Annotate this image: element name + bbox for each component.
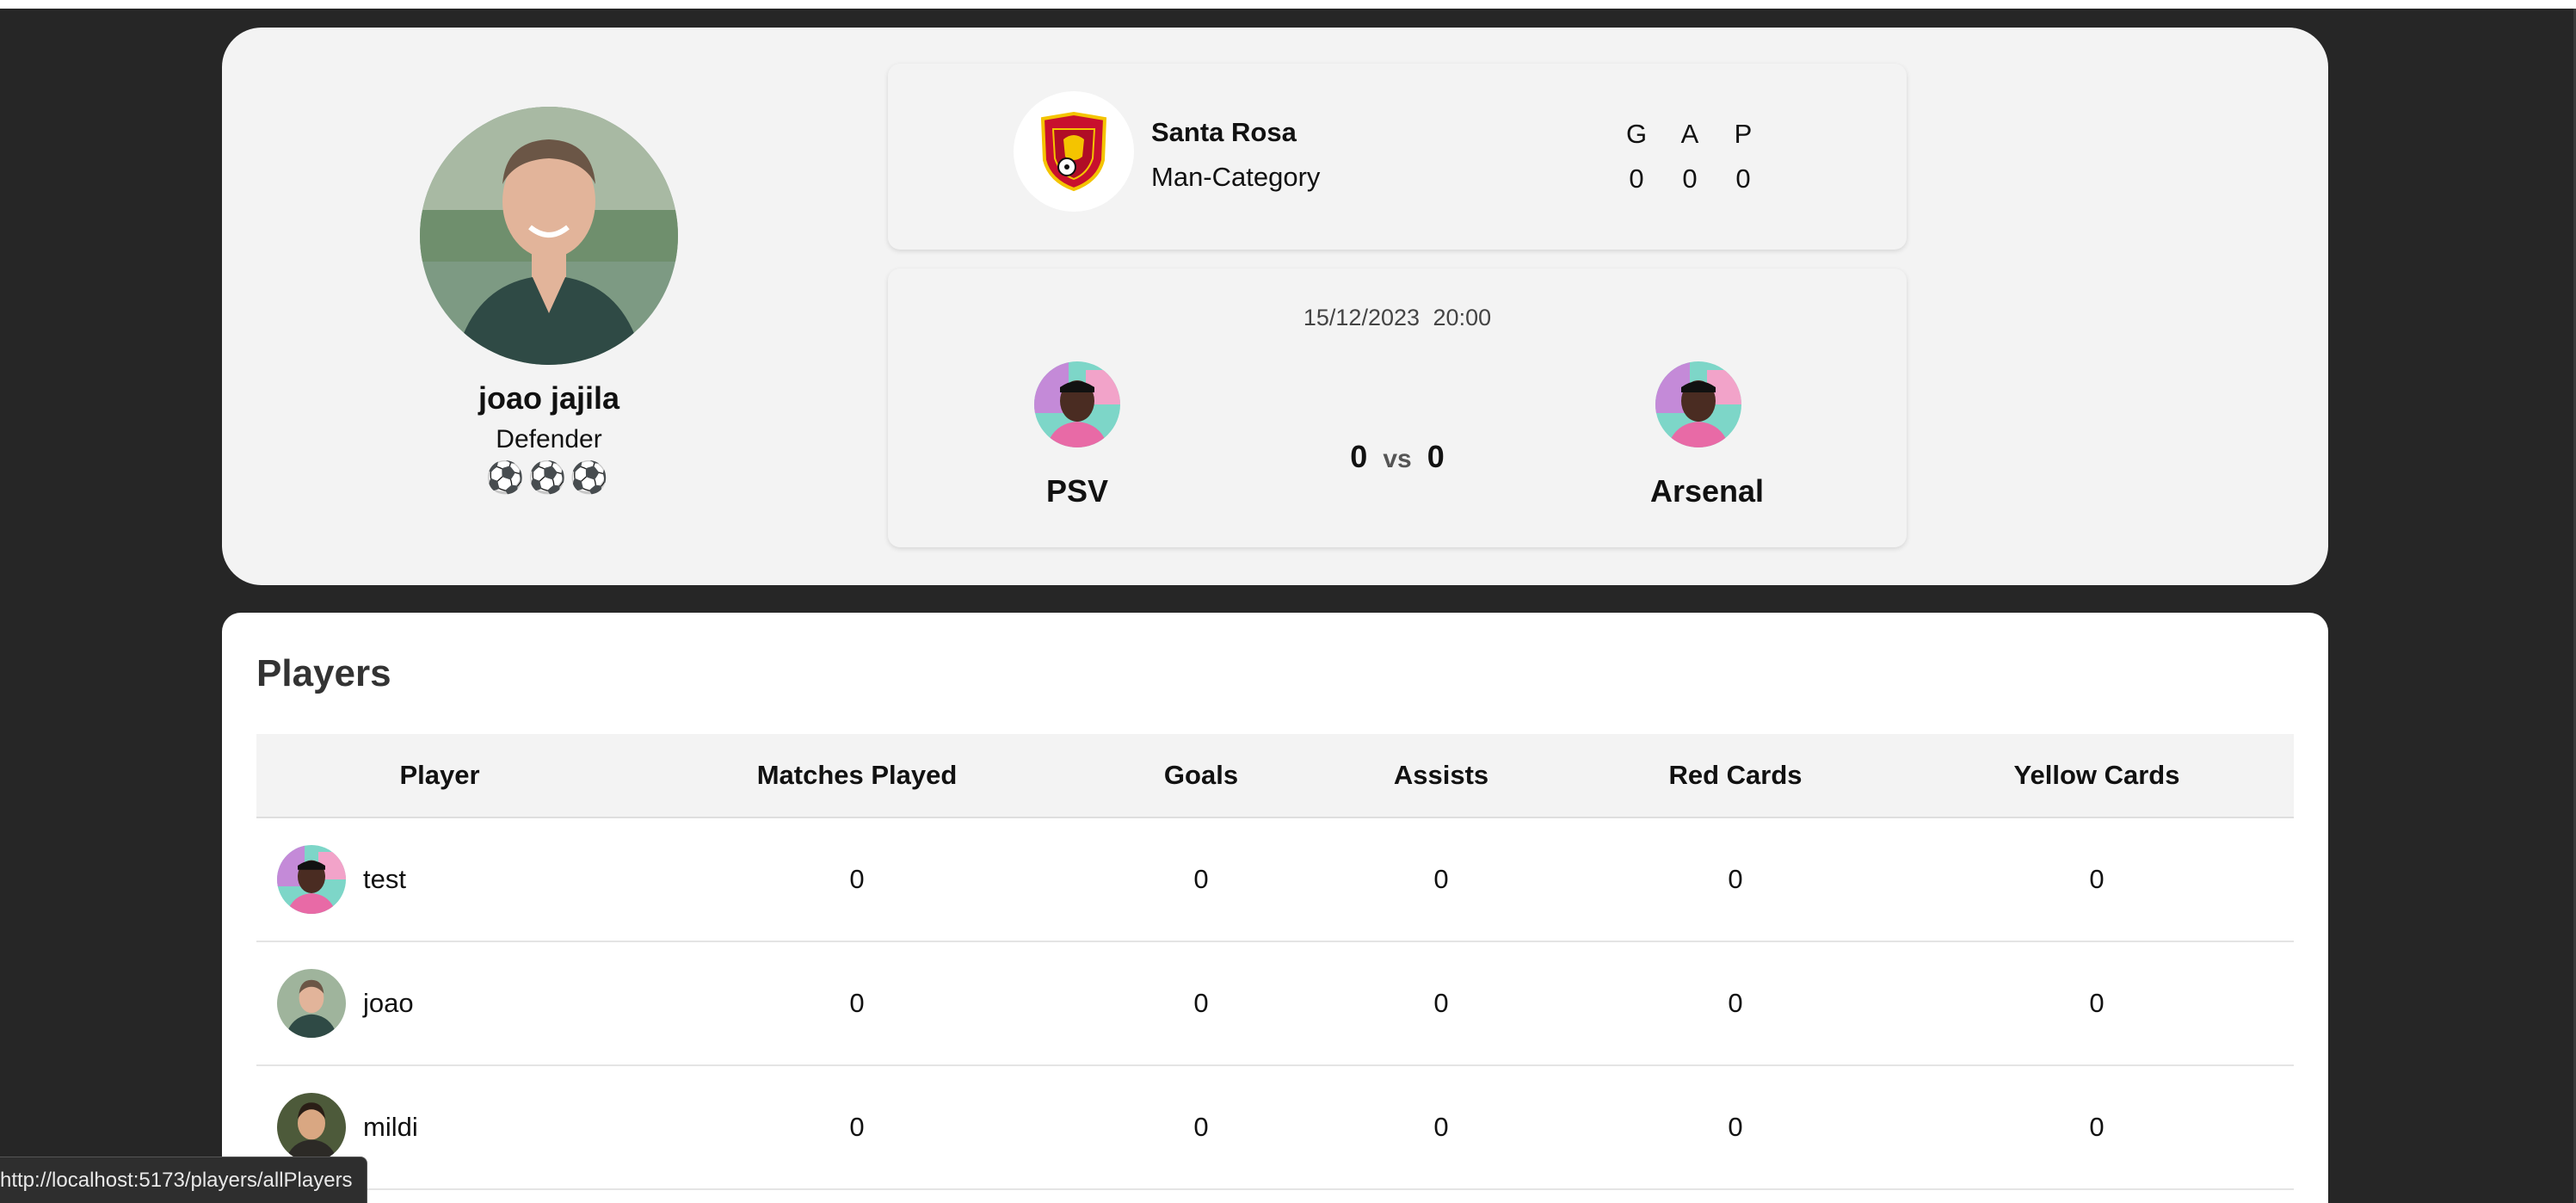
players-card: Players Player Matches Played Goals Assi… [222,613,2328,1203]
team-category: Man-Category [1151,162,1321,192]
column-header-goals[interactable]: Goals [1091,734,1311,817]
next-match-card: 15/12/2023 20:00 PSV 0 vs 0 Arsenal [888,268,1907,547]
goals: 0 [1193,864,1209,894]
stat-label: P [1734,119,1753,149]
rating-balls-icon: ⚽⚽⚽ [485,460,613,495]
window-top-edge [0,0,2576,9]
matches-played: 0 [849,988,865,1018]
match-time: 20:00 [1433,305,1492,330]
player-name[interactable]: mildi [363,1112,418,1143]
column-header-red-cards[interactable]: Red Cards [1571,734,1900,817]
player-name[interactable]: test [363,864,406,895]
avatar [277,1093,346,1162]
red-cards: 0 [1728,864,1743,894]
away-team-avatar [1655,361,1741,447]
link-status-tooltip: http://localhost:5173/players/allPlayers [0,1157,367,1203]
home-team-name: PSV [1045,473,1109,509]
goals: 0 [1193,988,1209,1018]
stat-goals: G 0 [1619,119,1654,194]
column-header-yellow-cards[interactable]: Yellow Cards [1900,734,2294,817]
table-header: Player Matches Played Goals Assists Red … [256,734,2294,818]
assists: 0 [1433,1112,1449,1142]
avatar [277,845,346,914]
matches-played: 0 [849,864,865,894]
yellow-cards: 0 [2089,1112,2105,1142]
player-name[interactable]: joao [363,988,414,1019]
column-header-player[interactable]: Player [256,734,623,817]
match-datetime: 15/12/2023 20:00 [888,305,1907,331]
match-score: 0 vs 0 [888,439,1907,475]
goals: 0 [1193,1112,1209,1142]
column-header-matches[interactable]: Matches Played [623,734,1091,817]
stat-assists: A 0 [1673,119,1707,194]
table-row[interactable]: joao 0 0 0 0 0 [256,942,2294,1066]
profile-card: joao jajila Defender ⚽⚽⚽ Santa Rosa Man-… [222,28,2328,585]
red-cards: 0 [1728,1112,1743,1142]
avatar [277,969,346,1038]
team-name: Santa Rosa [1151,117,1297,147]
player-cell[interactable]: joao [256,942,623,1064]
table-row[interactable]: mildi 0 0 0 0 0 [256,1066,2294,1190]
home-score: 0 [1350,439,1368,474]
player-photo [420,107,678,365]
players-table: Player Matches Played Goals Assists Red … [256,734,2294,1190]
red-cards: 0 [1728,988,1743,1018]
assists: 0 [1433,988,1449,1018]
yellow-cards: 0 [2089,864,2105,894]
stat-points: P 0 [1726,119,1760,194]
away-score: 0 [1427,439,1445,474]
team-crest-icon [1014,91,1134,212]
table-row[interactable]: test 0 0 0 0 0 [256,818,2294,942]
column-header-assists[interactable]: Assists [1311,734,1571,817]
vs-label: vs [1383,445,1412,473]
matches-played: 0 [849,1112,865,1142]
stat-label: A [1680,119,1699,149]
player-cell[interactable]: test [256,818,623,941]
away-team-name: Arsenal [1649,473,1765,509]
yellow-cards: 0 [2089,988,2105,1018]
player-name: joao jajila [478,380,620,416]
stat-value: 0 [1682,163,1698,194]
match-date: 15/12/2023 [1303,305,1420,330]
players-heading: Players [256,652,391,694]
stat-value: 0 [1629,163,1644,194]
player-position: Defender [496,425,602,453]
home-team-avatar [1034,361,1120,447]
app-root: joao jajila Defender ⚽⚽⚽ Santa Rosa Man-… [0,0,2576,1203]
assists: 0 [1433,864,1449,894]
stat-label: G [1625,119,1648,149]
stat-value: 0 [1735,163,1751,194]
team-card: Santa Rosa Man-Category G 0 A 0 P 0 [888,64,1907,250]
player-profile: joao jajila Defender ⚽⚽⚽ [411,107,687,496]
